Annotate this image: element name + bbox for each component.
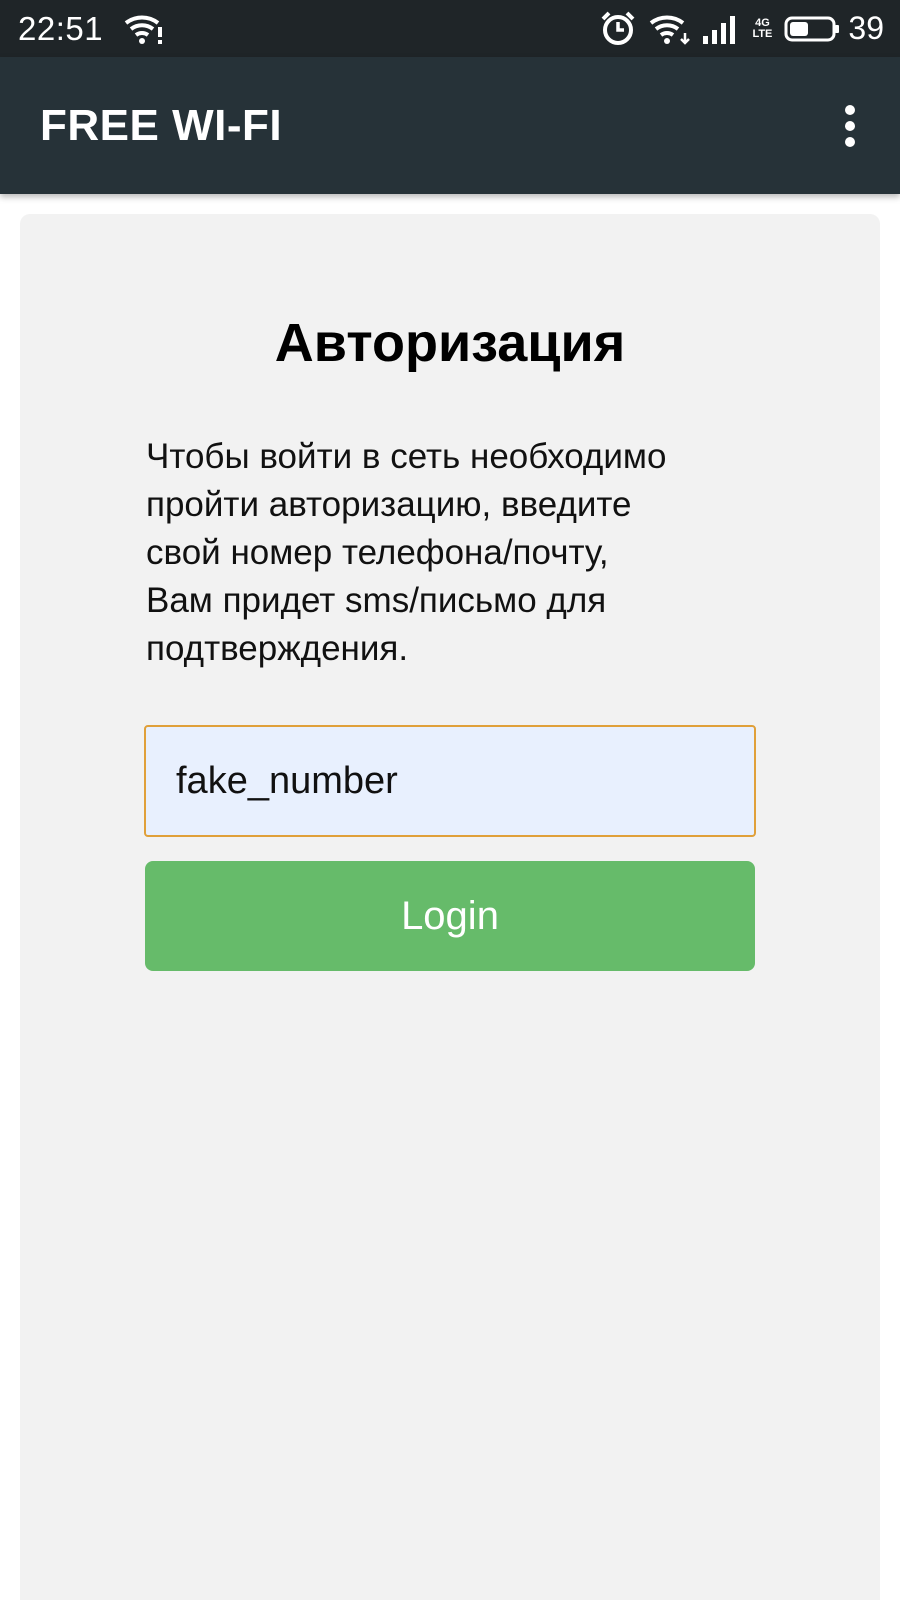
- login-button[interactable]: Login: [145, 861, 755, 971]
- status-bar: 22:51 4G LTE 39: [0, 0, 900, 57]
- alarm-icon: [602, 11, 635, 45]
- menu-dot: [845, 104, 855, 115]
- wifi-alert-icon: [124, 15, 163, 44]
- battery-icon: [784, 16, 840, 41]
- battery-level: 39: [848, 10, 884, 46]
- app-bar: FREE WI-FI: [0, 57, 900, 194]
- menu-dot: [845, 120, 855, 131]
- auth-description: Чтобы войти в сеть необходимо пройти авт…: [146, 437, 667, 668]
- network-type-badge: 4G LTE: [752, 16, 773, 40]
- status-time: 22:51: [18, 9, 104, 47]
- network-type-bottom: LTE: [752, 27, 773, 40]
- more-vert-icon[interactable]: [836, 102, 864, 150]
- phone-email-input[interactable]: [144, 725, 756, 837]
- cell-signal-icon: [703, 15, 736, 44]
- status-left: 22:51: [18, 10, 165, 48]
- wifi-icon: [650, 15, 691, 45]
- app-title: FREE WI-FI: [40, 100, 283, 150]
- network-type-top: 4G: [755, 16, 770, 29]
- status-right: 4G LTE 39: [588, 10, 884, 47]
- page-title: Авторизация: [274, 313, 626, 373]
- menu-dot: [845, 136, 855, 147]
